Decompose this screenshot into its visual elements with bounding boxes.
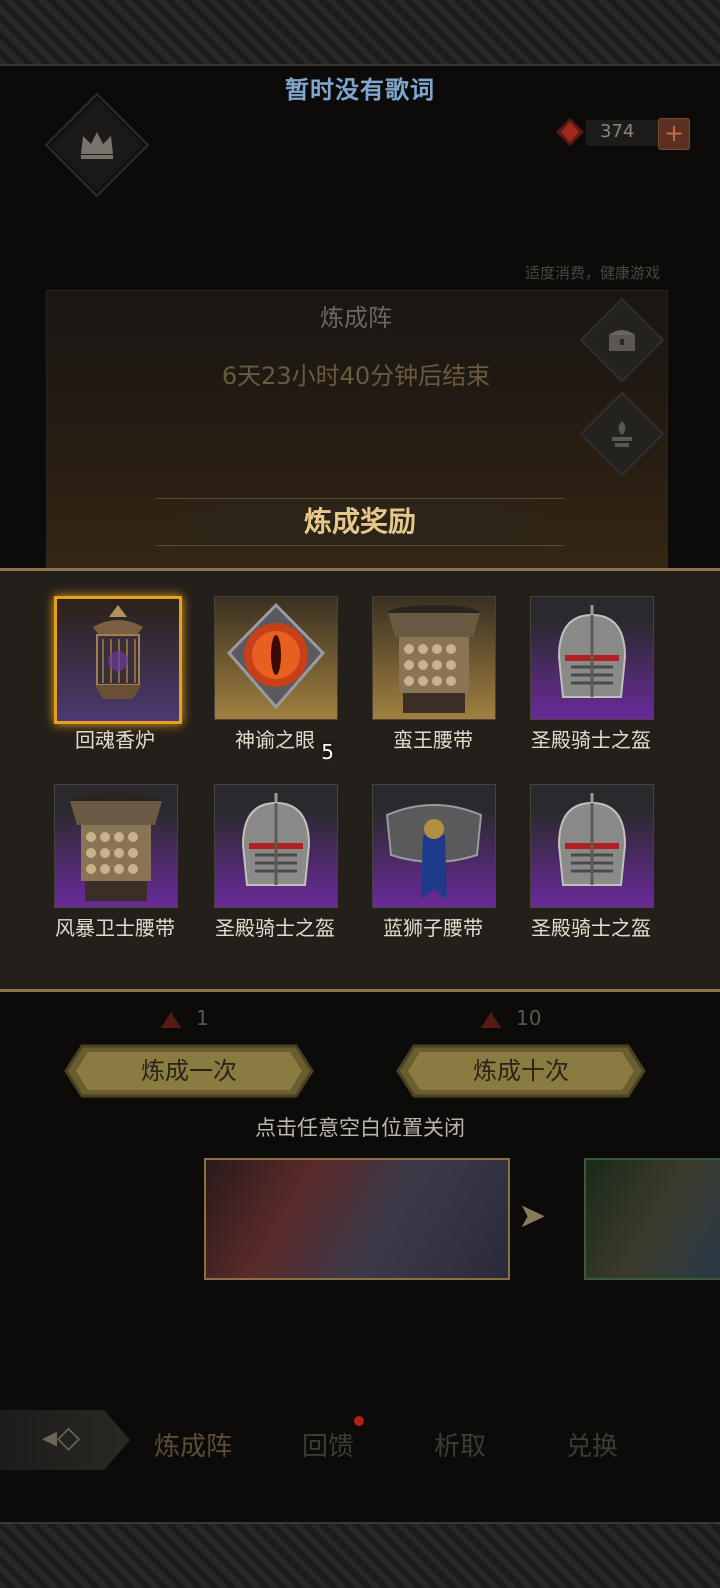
reward-item[interactable]: 蓝狮子腰带 xyxy=(368,784,498,954)
red-gem-icon xyxy=(556,118,584,146)
eye-gem-icon xyxy=(226,602,326,710)
item-card xyxy=(372,784,496,908)
tab-extract[interactable]: 析取 xyxy=(434,1426,486,1463)
item-card xyxy=(372,596,496,720)
item-name: 神谕之眼 xyxy=(235,728,315,752)
reward-item[interactable]: 5 神谕之眼 xyxy=(210,596,340,766)
back-button[interactable]: ◂◇ xyxy=(0,1410,130,1470)
reward-item[interactable]: 回魂香炉 xyxy=(50,596,182,766)
red-gem-icon xyxy=(481,1011,501,1028)
cost-ten: 10 xyxy=(480,1006,541,1030)
top-frame xyxy=(0,0,720,66)
tab-exchange[interactable]: 兑换 xyxy=(566,1426,618,1463)
chest-icon xyxy=(594,312,650,368)
next-arrow-icon[interactable]: ➤ xyxy=(518,1196,547,1236)
item-name: 风暴卫士腰带 xyxy=(55,916,175,940)
event-banner-next[interactable] xyxy=(584,1158,720,1280)
reward-item[interactable]: 圣殿骑士之盔 xyxy=(526,784,656,954)
health-notice: 适度消费，健康游戏 xyxy=(524,264,660,282)
item-card xyxy=(530,784,654,908)
item-card xyxy=(54,596,182,724)
item-name: 回魂香炉 xyxy=(75,728,155,752)
reward-item[interactable]: 圣殿骑士之盔 xyxy=(526,596,656,766)
reward-title-banner: 炼成奖励 xyxy=(156,498,564,546)
cost-once: 1 xyxy=(160,1006,209,1030)
cost-ten-value: 10 xyxy=(516,1006,542,1030)
event-banner-image[interactable] xyxy=(204,1158,510,1280)
currency-display: 374 + xyxy=(552,114,692,150)
helmet-icon xyxy=(557,605,627,698)
helmet-icon xyxy=(241,793,311,886)
reward-title: 炼成奖励 xyxy=(303,505,416,538)
craft-once-button[interactable]: 炼成一次 xyxy=(64,1044,314,1098)
craft-ten-label: 炼成十次 xyxy=(473,1057,569,1085)
reward-item[interactable]: 圣殿骑士之盔 xyxy=(210,784,340,954)
bottom-frame xyxy=(0,1522,720,1588)
crown-button[interactable] xyxy=(44,92,150,198)
back-arrow-icon: ◂◇ xyxy=(42,1420,81,1455)
lyrics-text: 暂时没有歌词 xyxy=(285,76,435,104)
crown-icon xyxy=(62,110,132,180)
item-name: 蛮王腰带 xyxy=(393,728,473,752)
tab-crafting[interactable]: 炼成阵 xyxy=(154,1426,232,1463)
notification-dot xyxy=(354,1416,364,1426)
censer-icon xyxy=(93,605,143,699)
lion-belt-icon xyxy=(385,804,483,899)
tab-rewards[interactable]: 回馈 xyxy=(302,1426,354,1463)
cost-once-value: 1 xyxy=(196,1006,209,1030)
reward-item[interactable]: 风暴卫士腰带 xyxy=(50,784,180,954)
reward-grid: 回魂香炉 5 神谕之眼 蛮王腰带 圣殿骑士之盔 风暴卫士腰带 圣殿骑士之盔 蓝狮… xyxy=(50,596,670,956)
belt-icon xyxy=(70,793,162,901)
close-hint: 点击任意空白位置关闭 xyxy=(255,1116,465,1140)
add-currency-button[interactable]: + xyxy=(658,118,690,150)
item-name: 圣殿骑士之盔 xyxy=(531,728,651,752)
belt-icon xyxy=(388,605,480,713)
item-card xyxy=(214,784,338,908)
event-timer: 6天23小时40分钟后结束 xyxy=(221,362,491,390)
panel-title: 炼成阵 xyxy=(320,304,392,332)
reward-item[interactable]: 蛮王腰带 xyxy=(368,596,498,766)
item-name: 蓝狮子腰带 xyxy=(383,916,483,940)
helmet-icon xyxy=(557,793,627,886)
craft-ten-button[interactable]: 炼成十次 xyxy=(396,1044,646,1098)
item-card xyxy=(214,596,338,720)
currency-amount: 374 xyxy=(600,121,635,142)
item-name: 圣殿骑士之盔 xyxy=(215,916,335,940)
item-name: 圣殿骑士之盔 xyxy=(531,916,651,940)
item-card xyxy=(54,784,178,908)
item-card xyxy=(530,596,654,720)
altar-icon xyxy=(594,406,650,462)
red-gem-icon xyxy=(161,1011,181,1028)
craft-once-label: 炼成一次 xyxy=(141,1057,237,1085)
